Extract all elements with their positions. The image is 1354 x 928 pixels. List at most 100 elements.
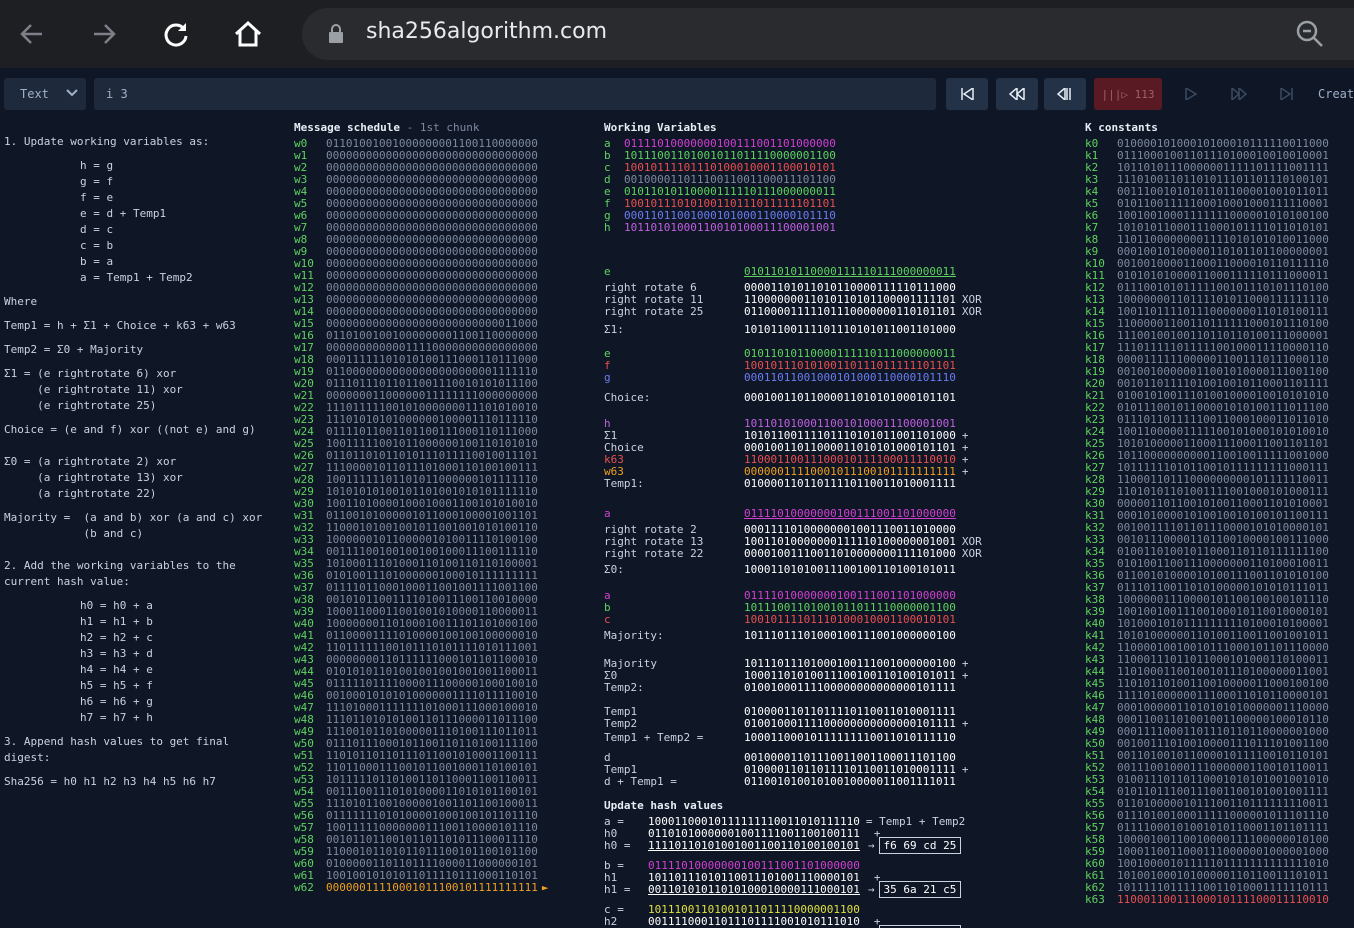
calc-row: e 01011010110000111110111000000011 xyxy=(604,266,956,278)
hash-add-line: h2 = h2 + c xyxy=(80,631,153,644)
sigma1-formula: Σ1 = (e rightrotate 6) xor xyxy=(4,367,177,380)
arrow-icon: → xyxy=(867,883,875,896)
url-text[interactable]: sha256algorithm.com xyxy=(366,19,607,44)
lock-icon xyxy=(329,24,343,43)
last-step-button[interactable] xyxy=(1266,78,1308,110)
calc-label: a xyxy=(604,589,611,602)
hash-add-line: h3 = h3 + d xyxy=(80,647,153,660)
sigma0-formula: (a rightrotate 13) xor xyxy=(4,471,183,484)
calc-value: 01001000111100000000000000101111 xyxy=(744,717,956,730)
temp1-formula: Temp1 = h + Σ1 + Choice + k63 + w63 xyxy=(4,319,236,332)
update-title: Update hash values xyxy=(604,799,724,812)
first-step-button[interactable] xyxy=(946,78,988,110)
assign-line: f = e xyxy=(80,191,114,204)
assign-line: g = f xyxy=(80,175,114,188)
calc-label: e xyxy=(604,265,611,278)
text-line: Temp1 = h + Σ1 + Choice + k63 + w63 xyxy=(4,320,236,332)
calc-operator: + xyxy=(961,465,969,478)
skip-start-icon xyxy=(961,88,974,100)
zoom-icon[interactable] xyxy=(1294,18,1326,50)
temp2-formula: Temp2 = Σ0 + Majority xyxy=(4,343,144,356)
sigma0-formula: (a rightrotate 22) xyxy=(4,487,157,500)
sigma1-formula: (e rightrotate 11) xor xyxy=(4,383,183,396)
text-line: h7 = h7 + h xyxy=(4,712,153,724)
text-line: h4 = h4 + e xyxy=(4,664,153,676)
text-line: c = b xyxy=(4,240,113,252)
schedule-row-label: w62 xyxy=(294,881,314,894)
digest-formula: Sha256 = h0 h1 h2 h3 h4 h5 h6 h7 xyxy=(4,775,216,788)
calc-row: a 01111010000000100111001101000000 xyxy=(604,508,956,520)
calc-row: Σ0: 10001101010011100100110100101011 xyxy=(604,564,956,576)
play-button[interactable] xyxy=(1170,78,1212,110)
calc-row: Majority: 1011101110100010011100100000010… xyxy=(604,630,956,642)
calc-row: Σ1: 10101100111101110101011001101000 xyxy=(604,324,956,336)
mode-select[interactable]: Text xyxy=(4,78,86,110)
hash-add-line: h0 = h0 + a xyxy=(80,599,153,612)
hash-row: h0 = 11110110101001001100110100100101 → f6 … xyxy=(604,837,962,854)
text-line: (b and c) xyxy=(4,528,143,540)
text-line: Where xyxy=(4,296,37,308)
calc-label: right rotate 25 xyxy=(604,305,704,318)
step3-heading: 3. Append hash values to get final xyxy=(4,735,230,748)
text-line: h0 = h0 + a xyxy=(4,600,153,612)
calc-operator: XOR xyxy=(961,547,982,560)
step-back-button[interactable] xyxy=(1044,78,1086,110)
forward-button[interactable] xyxy=(84,14,124,54)
text-line: 3. Append hash values to get final xyxy=(4,736,229,748)
text-line: K constants xyxy=(1085,122,1158,134)
calc-row: Temp2 01001000111100000000000000101111 + xyxy=(604,718,969,730)
step-counter-button[interactable]: |||▷ 113 xyxy=(1094,78,1162,110)
calc-label: Choice xyxy=(604,441,644,454)
step-number: 113 xyxy=(1134,87,1155,101)
text-line: h1 = h1 + b xyxy=(4,616,153,628)
text-line: 2. Add the working variables to the xyxy=(4,560,236,572)
majority-formula: Majority = (a and b) xor (a and c) xor xyxy=(4,511,263,524)
schedule-subtitle: - 1st chunk xyxy=(399,121,480,134)
text-line: 1. Update working variables as: xyxy=(4,136,209,148)
calc-value: 01100101001010010000011001111011 xyxy=(744,775,956,788)
calc-operator: XOR xyxy=(961,305,982,318)
back-button[interactable] xyxy=(12,14,52,54)
fast-forward-button[interactable] xyxy=(1218,78,1260,110)
create-link[interactable]: Creat xyxy=(1318,87,1354,101)
assign-line: e = d + Temp1 xyxy=(80,207,167,220)
calc-label: f xyxy=(604,359,611,372)
hash-new-label: h0 = xyxy=(604,839,631,852)
calc-value: 00010011011000011010101000101101 xyxy=(744,391,956,404)
fast-forward-icon xyxy=(1231,88,1247,100)
step-back-icon xyxy=(1057,88,1071,100)
calc-label: Temp1: xyxy=(604,477,644,490)
step3-heading: digest: xyxy=(4,751,51,764)
text-line: (e rightrotate 11) xor xyxy=(4,384,183,396)
home-button[interactable] xyxy=(228,14,268,54)
calc-label: Majority: xyxy=(604,629,664,642)
play-icon xyxy=(1185,88,1197,100)
arrow-right-icon xyxy=(94,24,116,44)
rewind-icon xyxy=(1009,88,1025,100)
working-var-row: h 10110101000110010100011100001001 xyxy=(604,222,836,234)
text-line: h3 = h3 + d xyxy=(4,648,153,660)
rewind-button[interactable] xyxy=(996,78,1038,110)
chevron-down-icon xyxy=(66,89,78,97)
browser-chrome: sha256algorithm.com xyxy=(0,0,1354,68)
reload-button[interactable] xyxy=(156,14,196,54)
calc-value: 10001100010111111110011010111110 xyxy=(744,731,956,744)
skip-end-icon xyxy=(1280,88,1293,100)
text-line: h6 = h6 + g xyxy=(4,696,153,708)
calc-row: Temp1 + Temp2 = 1000110001011111111001101… xyxy=(604,732,956,744)
current-row-marker: ► xyxy=(541,881,549,894)
assign-line: b = a xyxy=(80,255,114,268)
message-input[interactable]: i 3 xyxy=(94,78,936,110)
calc-label: Temp2 xyxy=(604,717,638,730)
choice-formula: Choice = (e and f) xor ((not e) and g) xyxy=(4,423,256,436)
text-line: digest: xyxy=(4,752,50,764)
text-line: e = d + Temp1 xyxy=(4,208,166,220)
text-line: Σ0 = (a rightrotate 2) xor xyxy=(4,456,176,468)
text-line: d = c xyxy=(4,224,113,236)
arrow-icon: → xyxy=(867,839,875,852)
text-line: Temp2 = Σ0 + Majority xyxy=(4,344,143,356)
hash-add-line: h1 = h1 + b xyxy=(80,615,153,628)
calc-label: c xyxy=(604,613,611,626)
calc-label: b xyxy=(604,601,611,614)
calc-label: a xyxy=(604,507,611,520)
